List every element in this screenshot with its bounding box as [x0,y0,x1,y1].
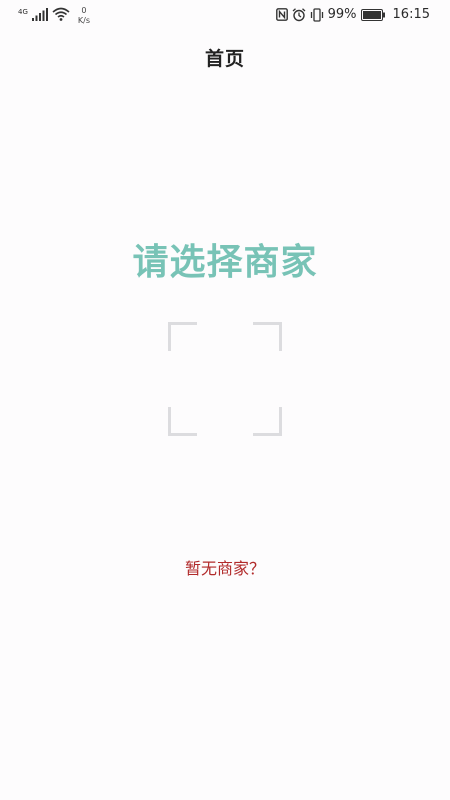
scan-frame-icon[interactable] [168,322,282,436]
network-speed-unit: K/s [77,16,90,25]
no-merchant-link[interactable]: 暂无商家？ [0,555,450,579]
scan-frame-corner-top-right [253,322,282,351]
alarm-icon [292,7,306,22]
battery-percent: 99% [327,7,357,22]
clock: 16:15 [392,7,430,22]
scan-frame-corner-top-left [168,322,197,351]
page-title: 首页 [204,48,245,70]
network-type: 4G [18,8,28,16]
scan-frame-corner-bottom-right [253,407,282,436]
nfc-icon [275,8,288,21]
battery-icon [360,8,385,21]
scan-frame-corner-bottom-left [168,407,197,436]
select-merchant-prompt[interactable]: 请选择商家 [0,233,450,285]
network-speed-value: 0 [81,6,87,15]
network-speed: 0 K/s [78,6,90,26]
status-bar-right: 99% 16:15 [275,7,430,22]
header: 首页 [0,44,450,71]
signal-icon [31,6,48,25]
wifi-icon [52,6,70,25]
vibrate-icon [310,7,324,22]
status-bar-left: 4G 0 K/s [18,6,90,26]
status-bar: 4G 0 K/s 99% 16:15 [0,0,450,34]
screen: 4G 0 K/s 99% 16:15 首页 请选择商家 暂无商家？ [0,0,450,800]
